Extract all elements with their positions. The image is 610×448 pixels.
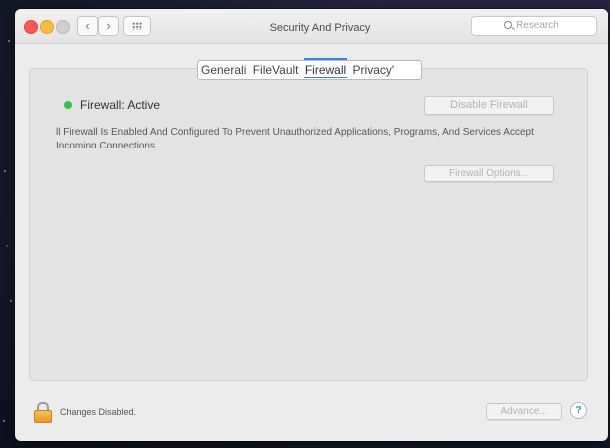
firewall-description: ll Firewall Is Enabled And Configured To… [56,127,534,148]
zoom-window-button[interactable] [56,20,70,34]
grid-icon [132,22,142,30]
lock-status-label: Changes Disabled. [60,407,137,417]
back-button[interactable]: ‹ [77,16,98,36]
title-bar: ‹ › Security And Privacy Research [15,9,608,44]
firewall-status-indicator [64,101,72,109]
search-placeholder: Research [516,20,559,31]
window-title: Security And Privacy [269,22,371,34]
disable-firewall-button[interactable]: Disable Firewall [424,96,554,115]
lock-icon[interactable] [34,402,52,423]
search-icon [504,21,512,29]
tab-firewall[interactable]: Firewall [302,58,348,79]
advanced-button[interactable]: Advance... [486,403,562,420]
chevron-left-icon: ‹ [85,18,90,33]
show-all-button[interactable] [123,16,151,36]
tab-privacy[interactable]: Privacy' [350,61,395,79]
firewall-options-button[interactable]: Firewall Options... [424,165,554,182]
help-button[interactable]: ? [570,402,587,419]
tab-bar: Generali FileVault Firewall Privacy' [197,58,422,80]
close-window-button[interactable] [24,20,38,34]
search-field[interactable]: Research [471,16,597,36]
tab-filevault[interactable]: FileVault [250,61,299,79]
preferences-window: ‹ › Security And Privacy Research Genera… [15,9,608,441]
minimize-window-button[interactable] [40,20,54,34]
firewall-status-label: Firewall: Active [80,98,161,112]
chevron-right-icon: › [106,18,111,33]
tab-general[interactable]: Generali [198,61,246,79]
forward-button[interactable]: › [98,16,119,36]
